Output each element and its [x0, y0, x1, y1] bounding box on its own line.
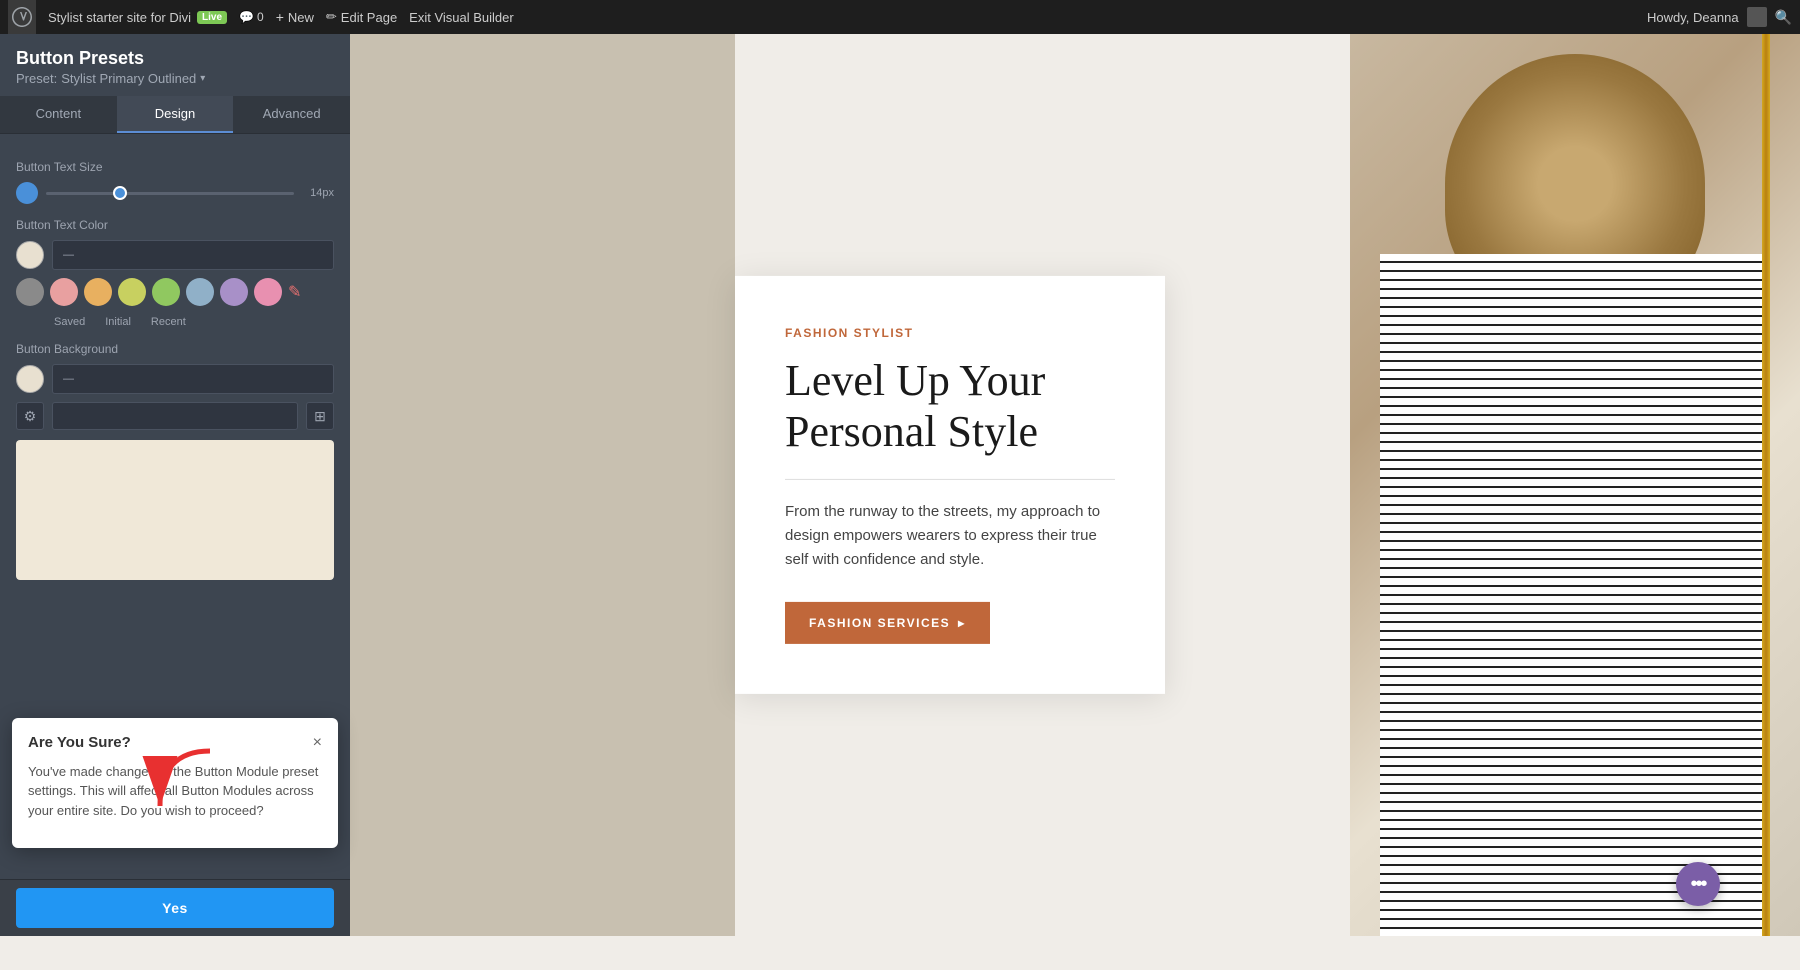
- confirm-dialog: Are You Sure? × You've made changes to t…: [12, 718, 338, 849]
- site-left-panel: [350, 34, 735, 936]
- yes-button[interactable]: Yes: [16, 888, 334, 928]
- color-dot-blue[interactable]: [16, 182, 38, 204]
- site-right-panel: [1350, 34, 1800, 936]
- tab-advanced[interactable]: Advanced: [233, 96, 350, 133]
- edit-page-button[interactable]: ✏ Edit Page: [326, 9, 397, 25]
- swatch-gray[interactable]: [16, 278, 44, 306]
- exit-vb-button[interactable]: Exit Visual Builder: [409, 10, 514, 25]
- card-divider: [785, 479, 1115, 480]
- bg-color-input[interactable]: —: [52, 364, 334, 394]
- gear-icon-button[interactable]: ⚙: [16, 402, 44, 430]
- admin-bar-right: Howdy, Deanna 🔍: [1647, 7, 1792, 27]
- swatch-orange[interactable]: [84, 278, 112, 306]
- preset-label: Preset:: [16, 71, 57, 86]
- button-background-label: Button Background: [16, 342, 334, 356]
- comment-count-text: 0: [257, 10, 264, 24]
- confirm-message: You've made changes to the Button Module…: [28, 762, 322, 821]
- new-label: New: [288, 10, 314, 25]
- color-pen-icon[interactable]: ✎: [288, 282, 301, 302]
- card-body: From the runway to the streets, my appro…: [785, 500, 1115, 572]
- bg-size-control[interactable]: [52, 402, 298, 430]
- cta-label: FASHION SERVICES: [809, 616, 950, 630]
- user-avatar: [1747, 7, 1767, 27]
- text-size-slider[interactable]: [46, 192, 294, 195]
- button-text-color-label: Button Text Color: [16, 218, 334, 232]
- swatch-blue-gray[interactable]: [186, 278, 214, 306]
- button-text-size-label: Button Text Size: [16, 160, 334, 174]
- text-color-input[interactable]: —: [52, 240, 334, 270]
- site-name-text: Stylist starter site for Divi: [48, 10, 191, 25]
- title-line2: Personal Style: [785, 407, 1038, 456]
- admin-bar: Stylist starter site for Divi Live 💬 0 +…: [0, 0, 1800, 34]
- slider-value: 14px: [302, 187, 334, 199]
- cta-button[interactable]: FASHION SERVICES ▸: [785, 602, 990, 644]
- sidebar-header: Button Presets Preset: Stylist Primary O…: [0, 34, 350, 96]
- sidebar: Button Presets Preset: Stylist Primary O…: [0, 34, 350, 936]
- live-badge: Live: [197, 11, 227, 24]
- color-labels: Saved Initial Recent: [16, 316, 334, 328]
- user-greeting: Howdy, Deanna: [1647, 10, 1739, 25]
- preset-name[interactable]: Stylist Primary Outlined: [61, 71, 196, 86]
- dots-icon: •••: [1690, 873, 1705, 896]
- pencil-icon: ✏: [326, 9, 337, 25]
- label-saved: Saved: [54, 316, 85, 328]
- main-content: FASHION STYLIST Level Up Your Personal S…: [350, 34, 1800, 936]
- confirm-close-button[interactable]: ×: [313, 734, 322, 752]
- confirm-header: Are You Sure? ×: [28, 734, 322, 752]
- title-line1: Level Up Your: [785, 356, 1045, 405]
- new-button[interactable]: + New: [276, 9, 314, 25]
- color-swatches-row: ✎: [16, 278, 334, 306]
- text-color-row: —: [16, 240, 334, 270]
- swatch-yellow-green[interactable]: [118, 278, 146, 306]
- bg-color-row: —: [16, 364, 334, 394]
- wp-icon[interactable]: [8, 0, 36, 34]
- fashion-photo: [1350, 34, 1800, 936]
- label-recent: Recent: [151, 316, 186, 328]
- exit-vb-label: Exit Visual Builder: [409, 10, 514, 25]
- text-color-swatch[interactable]: [16, 241, 44, 269]
- floating-options-button[interactable]: •••: [1676, 862, 1720, 906]
- swatch-pink[interactable]: [50, 278, 78, 306]
- site-name[interactable]: Stylist starter site for Divi Live: [48, 10, 227, 25]
- card-title: Level Up Your Personal Style: [785, 356, 1115, 457]
- sidebar-bottom: Yes: [0, 879, 350, 936]
- cta-arrow-icon: ▸: [958, 616, 966, 630]
- tabs: Content Design Advanced: [0, 96, 350, 134]
- website-preview: FASHION STYLIST Level Up Your Personal S…: [350, 34, 1800, 936]
- comment-icon: 💬: [239, 10, 254, 24]
- sidebar-title: Button Presets: [16, 48, 334, 69]
- swatch-purple[interactable]: [220, 278, 248, 306]
- text-size-slider-row: 14px: [16, 182, 334, 204]
- comment-count[interactable]: 💬 0: [239, 10, 264, 24]
- swatch-pink-light[interactable]: [254, 278, 282, 306]
- icon-btn-row: ⚙ ⊞: [16, 402, 334, 430]
- confirm-title: Are You Sure?: [28, 734, 131, 751]
- content-card: FASHION STYLIST Level Up Your Personal S…: [735, 276, 1165, 694]
- search-icon[interactable]: 🔍: [1775, 9, 1792, 26]
- tab-design[interactable]: Design: [117, 96, 234, 133]
- tab-content[interactable]: Content: [0, 96, 117, 133]
- chevron-down-icon: ▾: [200, 73, 205, 84]
- card-eyebrow: FASHION STYLIST: [785, 326, 1115, 340]
- sidebar-subtitle: Preset: Stylist Primary Outlined ▾: [16, 71, 334, 86]
- label-initial: Initial: [105, 316, 131, 328]
- bg-color-swatch[interactable]: [16, 365, 44, 393]
- edit-page-label: Edit Page: [341, 10, 397, 25]
- swatch-green[interactable]: [152, 278, 180, 306]
- grid-icon-button[interactable]: ⊞: [306, 402, 334, 430]
- plus-icon: +: [276, 9, 284, 25]
- preview-box: [16, 440, 334, 580]
